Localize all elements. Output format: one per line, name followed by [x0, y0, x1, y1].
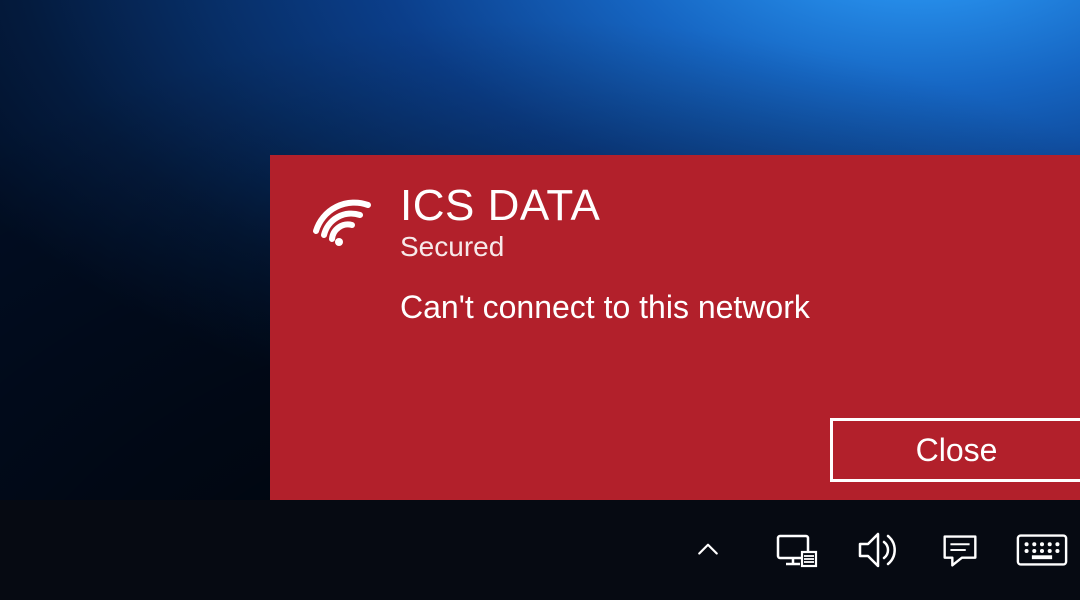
desktop-background: ICS DATA Secured Can't connect to this n…	[0, 0, 1080, 600]
action-center-icon	[937, 527, 983, 573]
close-button-label: Close	[916, 432, 998, 469]
chevron-up-icon	[694, 536, 722, 564]
close-button[interactable]: Close	[830, 418, 1080, 482]
network-monitor-icon	[772, 526, 820, 574]
taskbar	[0, 500, 1080, 600]
network-security-label: Secured	[400, 231, 1040, 263]
volume-tray-button[interactable]	[850, 522, 906, 578]
wifi-icon	[310, 187, 374, 247]
network-flyout-panel: ICS DATA Secured Can't connect to this n…	[270, 155, 1080, 500]
network-tray-button[interactable]	[768, 522, 824, 578]
network-error-message: Can't connect to this network	[400, 289, 1040, 326]
network-name: ICS DATA	[400, 183, 1040, 229]
touch-keyboard-button[interactable]	[1014, 522, 1070, 578]
speaker-icon	[854, 526, 902, 574]
tray-overflow-button[interactable]	[680, 522, 736, 578]
action-center-button[interactable]	[932, 522, 988, 578]
network-entry[interactable]: ICS DATA Secured Can't connect to this n…	[310, 183, 1040, 326]
touch-keyboard-icon	[1015, 530, 1069, 570]
